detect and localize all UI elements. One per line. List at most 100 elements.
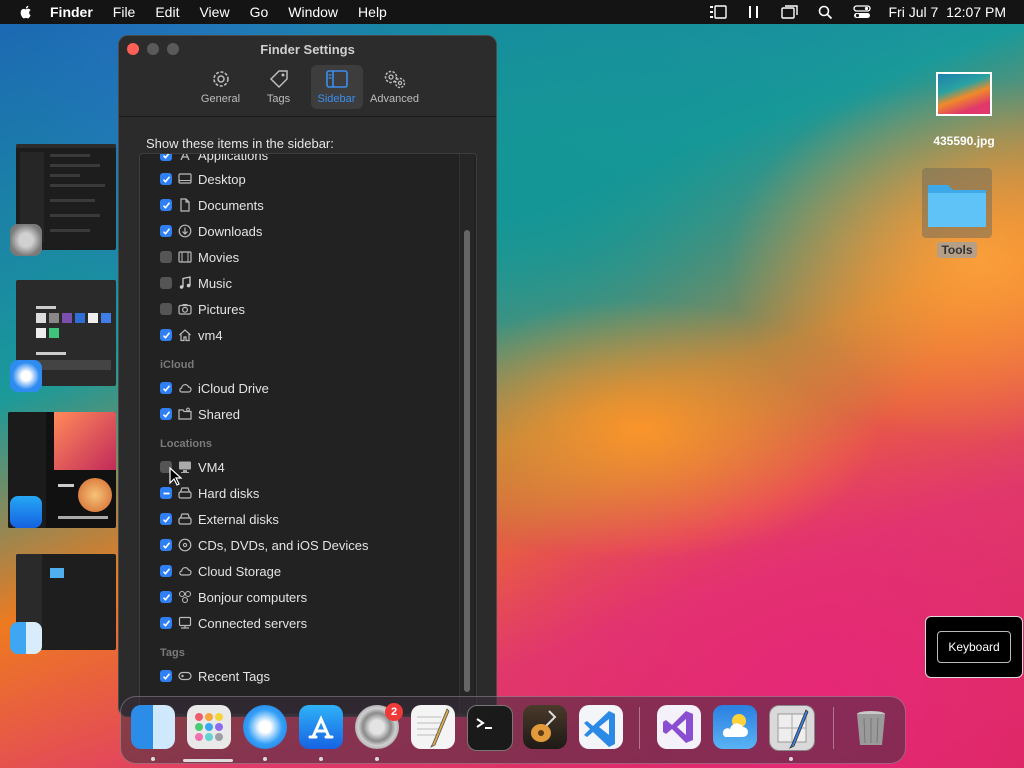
checkbox[interactable] bbox=[160, 329, 172, 341]
checkbox[interactable] bbox=[160, 225, 172, 237]
checkbox[interactable] bbox=[160, 617, 172, 629]
checkbox[interactable] bbox=[160, 154, 172, 161]
dock-running-indicator bbox=[789, 757, 793, 761]
item-label: Pictures bbox=[198, 301, 245, 317]
dock-terminal-icon[interactable] bbox=[467, 705, 513, 751]
camera-icon bbox=[178, 304, 192, 315]
finder-settings-window: Finder Settings General Tags Sidebar Adv… bbox=[118, 35, 497, 717]
menu-window[interactable]: Window bbox=[288, 4, 338, 20]
item-label: Hard disks bbox=[198, 485, 260, 501]
checkbox[interactable] bbox=[160, 670, 172, 682]
keyboard-viewer[interactable]: Keyboard bbox=[925, 616, 1023, 678]
apple-icon[interactable] bbox=[18, 4, 34, 20]
dock-vscode-icon[interactable] bbox=[579, 705, 623, 749]
item-label: CDs, DVDs, and iOS Devices bbox=[198, 537, 369, 553]
list-item-home[interactable]: vm4 bbox=[160, 324, 223, 346]
checkbox[interactable] bbox=[160, 199, 172, 211]
bonjour-icon bbox=[178, 590, 192, 604]
checkbox[interactable] bbox=[160, 251, 172, 263]
home-icon bbox=[179, 329, 191, 342]
tab-tags-label: Tags bbox=[266, 93, 291, 105]
control-center-icon[interactable] bbox=[852, 5, 871, 19]
clock[interactable]: Fri Jul 7 12:07 PM bbox=[889, 4, 1007, 20]
list-item-cds-dvds[interactable]: CDs, DVDs, and iOS Devices bbox=[160, 534, 369, 556]
keyboard-label: Keyboard bbox=[937, 631, 1011, 663]
dock-garageband-icon[interactable] bbox=[523, 705, 567, 749]
checkbox[interactable] bbox=[160, 591, 172, 603]
dock-visual-studio-icon[interactable] bbox=[657, 705, 701, 749]
tab-sidebar[interactable]: Sidebar bbox=[310, 65, 363, 109]
system-settings-app-icon[interactable] bbox=[10, 224, 42, 256]
list-item-cloud-storage[interactable]: Cloud Storage bbox=[160, 560, 281, 582]
list-item-downloads[interactable]: Downloads bbox=[160, 220, 262, 242]
checkbox[interactable] bbox=[160, 277, 172, 289]
menu-view[interactable]: View bbox=[199, 4, 229, 20]
tab-advanced[interactable]: Advanced bbox=[369, 65, 421, 109]
download-icon bbox=[178, 224, 192, 238]
search-icon[interactable] bbox=[817, 5, 835, 19]
list-item-pictures[interactable]: Pictures bbox=[160, 298, 245, 320]
dock-safari-icon[interactable] bbox=[243, 705, 287, 749]
list-item-icloud-drive[interactable]: iCloud Drive bbox=[160, 377, 269, 399]
list-item-documents[interactable]: Documents bbox=[160, 194, 264, 216]
desktop-folder-tools[interactable]: Tools bbox=[922, 168, 992, 258]
list-item-shared[interactable]: Shared bbox=[160, 403, 240, 425]
external-disk-icon bbox=[178, 513, 192, 525]
dock-weather-icon[interactable] bbox=[713, 705, 757, 749]
checkbox[interactable] bbox=[160, 408, 172, 420]
checkbox[interactable] bbox=[160, 513, 172, 525]
tag-icon bbox=[178, 671, 192, 681]
list-item-music[interactable]: Music bbox=[160, 272, 232, 294]
desktop-file-icon[interactable]: 435590.jpg bbox=[918, 72, 1010, 148]
list-item-movies[interactable]: Movies bbox=[160, 246, 239, 268]
dock-separator bbox=[833, 707, 834, 749]
checkbox[interactable] bbox=[160, 539, 172, 551]
list-item-bonjour-computers[interactable]: Bonjour computers bbox=[160, 586, 307, 608]
menu-help[interactable]: Help bbox=[358, 4, 387, 20]
music-icon bbox=[179, 276, 191, 289]
safari-app-icon[interactable] bbox=[10, 360, 42, 392]
checkbox[interactable] bbox=[160, 173, 172, 185]
tab-general[interactable]: General bbox=[195, 65, 247, 109]
menu-app-name[interactable]: Finder bbox=[50, 4, 93, 20]
item-label: Movies bbox=[198, 249, 240, 265]
menu-go[interactable]: Go bbox=[250, 4, 269, 20]
checkbox[interactable] bbox=[160, 382, 172, 394]
pause-icon[interactable] bbox=[745, 5, 763, 19]
scrollbar[interactable] bbox=[459, 154, 474, 714]
tab-tags[interactable]: Tags bbox=[253, 65, 305, 109]
app-store-app-icon[interactable] bbox=[10, 496, 42, 528]
dock-trash-icon[interactable] bbox=[849, 705, 893, 749]
menu-file[interactable]: File bbox=[113, 4, 136, 20]
list-item-connected-servers[interactable]: Connected servers bbox=[160, 612, 307, 634]
checkbox[interactable] bbox=[160, 487, 172, 499]
windows-icon[interactable] bbox=[780, 5, 799, 19]
dock-app-store-icon[interactable] bbox=[299, 705, 343, 749]
finder-app-icon[interactable] bbox=[10, 622, 42, 654]
dock-finder-icon[interactable] bbox=[131, 705, 175, 749]
list-item-external-disks[interactable]: External disks bbox=[160, 508, 279, 530]
list-item-recent-tags[interactable]: Recent Tags bbox=[160, 665, 270, 687]
sidebar-items-list[interactable]: Applications Desktop Documents Downloads bbox=[139, 153, 477, 715]
checkbox[interactable] bbox=[160, 565, 172, 577]
list-item-applications[interactable]: Applications bbox=[160, 154, 268, 166]
scrollbar-thumb[interactable] bbox=[464, 230, 470, 692]
cloud-icon bbox=[179, 567, 192, 576]
disc-icon bbox=[178, 538, 192, 552]
item-label: Recent Tags bbox=[198, 668, 271, 684]
menu-edit[interactable]: Edit bbox=[155, 4, 179, 20]
list-item-desktop[interactable]: Desktop bbox=[160, 168, 246, 190]
item-label: Bonjour computers bbox=[198, 589, 308, 605]
folder-icon bbox=[928, 185, 986, 227]
dock-running-indicator bbox=[375, 757, 379, 761]
list-icon[interactable] bbox=[709, 5, 727, 19]
dock-launchpad-icon[interactable] bbox=[187, 705, 231, 749]
tab-sidebar-label: Sidebar bbox=[317, 93, 356, 105]
gear-icon bbox=[212, 71, 229, 87]
dock-textedit-icon[interactable] bbox=[411, 705, 455, 749]
sidebar-icon bbox=[325, 70, 348, 88]
checkbox[interactable] bbox=[160, 303, 172, 315]
desktop-file-label: 435590.jpg bbox=[933, 134, 995, 148]
item-label: iCloud Drive bbox=[198, 380, 269, 396]
dock-preview-icon[interactable] bbox=[769, 705, 815, 751]
